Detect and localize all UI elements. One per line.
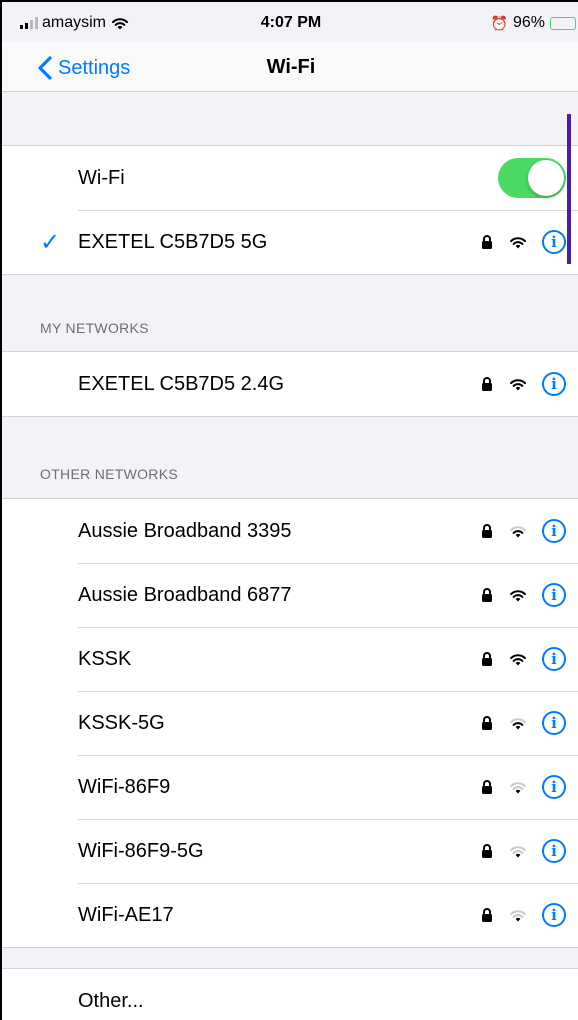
- battery-percent: 96%: [512, 14, 545, 31]
- wifi-toggle-row: Wi-Fi: [2, 146, 578, 210]
- navigation-bar: Settings Wi-Fi: [2, 42, 578, 92]
- lock-icon: [482, 524, 492, 538]
- info-icon[interactable]: i: [542, 583, 566, 607]
- lock-icon: [482, 844, 492, 858]
- battery-icon: [550, 16, 576, 30]
- wifi-signal-icon: [510, 910, 526, 922]
- network-icons: i: [480, 499, 566, 563]
- lock-icon: [482, 652, 492, 666]
- other-network-group: Other...: [2, 968, 578, 1020]
- info-icon[interactable]: i: [542, 711, 566, 735]
- other-network-label: Other...: [78, 989, 144, 1012]
- network-row[interactable]: WiFi-AE17 i: [2, 883, 578, 947]
- network-icons: i: [480, 755, 566, 819]
- network-icons: i: [480, 563, 566, 627]
- connected-network-row[interactable]: ✓ EXETEL C5B7D5 5G i: [2, 210, 578, 274]
- lock-icon: [482, 780, 492, 794]
- network-icons: i: [480, 352, 566, 416]
- network-row[interactable]: KSSK i: [2, 627, 578, 691]
- alarm-icon: ⏰: [490, 14, 508, 31]
- network-row[interactable]: EXETEL C5B7D5 2.4G i: [2, 352, 578, 416]
- toggle-knob: [528, 160, 564, 196]
- wifi-signal-icon: [510, 379, 526, 391]
- wifi-signal-icon: [510, 237, 526, 249]
- lock-icon: [482, 377, 492, 391]
- status-right: ⏰ 96%: [491, 14, 576, 32]
- wifi-signal-icon: [510, 526, 526, 538]
- wifi-signal-icon: [510, 846, 526, 858]
- screen: amaysim 4:07 PM ⏰ 96% Settings Wi-Fi Wi-…: [0, 0, 578, 1020]
- scroll-indicator: [567, 114, 571, 264]
- my-networks-header: MY NETWORKS: [40, 320, 149, 336]
- lock-icon: [482, 588, 492, 602]
- status-bar: amaysim 4:07 PM ⏰ 96%: [2, 2, 578, 42]
- network-icons: i: [480, 819, 566, 883]
- other-networks-header: OTHER NETWORKS: [40, 466, 178, 482]
- network-icons: i: [480, 883, 566, 947]
- lock-icon: [482, 716, 492, 730]
- network-icons: i: [480, 210, 566, 274]
- wifi-toggle[interactable]: [498, 158, 566, 198]
- info-icon[interactable]: i: [542, 372, 566, 396]
- network-row[interactable]: Aussie Broadband 6877 i: [2, 563, 578, 627]
- network-row[interactable]: Aussie Broadband 3395 i: [2, 499, 578, 563]
- lock-icon: [482, 908, 492, 922]
- wifi-signal-icon: [510, 654, 526, 666]
- wifi-signal-icon: [510, 718, 526, 730]
- info-icon[interactable]: i: [542, 519, 566, 543]
- wifi-group: Wi-Fi ✓ EXETEL C5B7D5 5G i: [2, 145, 578, 275]
- info-icon[interactable]: i: [542, 647, 566, 671]
- network-row[interactable]: KSSK-5G i: [2, 691, 578, 755]
- info-icon[interactable]: i: [542, 903, 566, 927]
- network-icons: i: [480, 627, 566, 691]
- network-row[interactable]: WiFi-86F9-5G i: [2, 819, 578, 883]
- info-icon[interactable]: i: [542, 839, 566, 863]
- info-icon[interactable]: i: [542, 775, 566, 799]
- lock-icon: [482, 235, 492, 249]
- other-network-row[interactable]: Other...: [2, 969, 578, 1020]
- my-networks-list: EXETEL C5B7D5 2.4G i: [2, 351, 578, 417]
- network-icons: i: [480, 691, 566, 755]
- info-icon[interactable]: i: [542, 230, 566, 254]
- checkmark-icon: ✓: [40, 229, 61, 256]
- other-networks-list: Aussie Broadband 3395 i Aussie Broadband 6…: [2, 498, 578, 948]
- network-row[interactable]: WiFi-86F9 i: [2, 755, 578, 819]
- page-title: Wi-Fi: [266, 56, 316, 78]
- wifi-signal-icon: [510, 782, 526, 794]
- wifi-signal-icon: [510, 590, 526, 602]
